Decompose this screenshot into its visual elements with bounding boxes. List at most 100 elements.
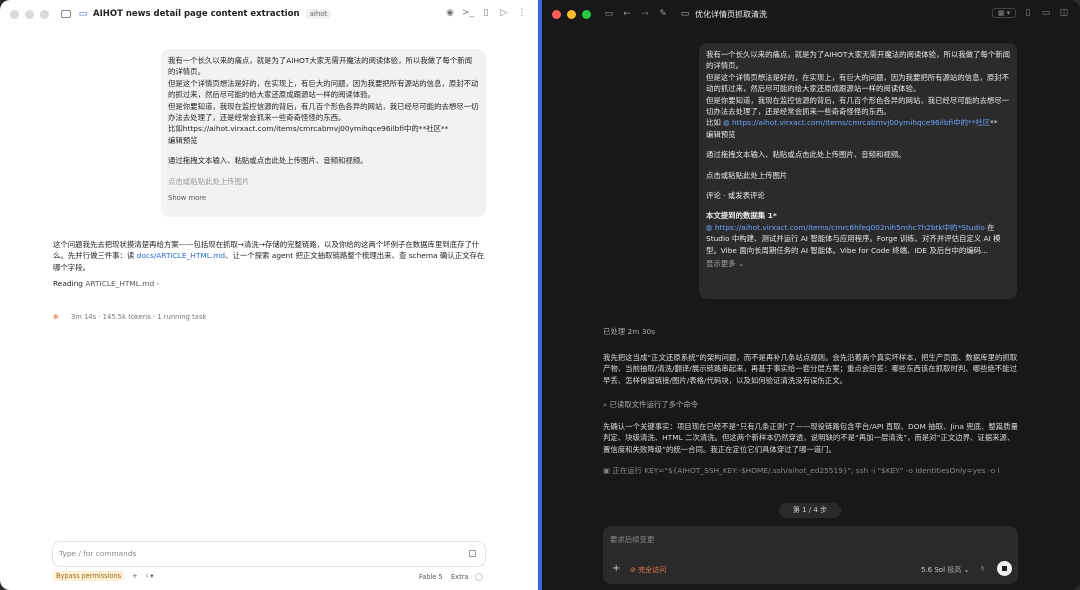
show-more-label: 显示更多: [706, 259, 736, 269]
close-dot[interactable]: [10, 9, 19, 19]
back-arrow-icon[interactable]: ←: [621, 9, 633, 19]
spinner-icon: ✻: [53, 313, 59, 321]
status-text: 3m 14s · 145.5k tokens · 1 running task: [70, 313, 207, 321]
expand-icon[interactable]: [469, 550, 476, 557]
reading-file: ARTICLE_HTML.md: [85, 279, 155, 288]
forward-arrow-icon[interactable]: →: [639, 9, 651, 19]
right-composer: 要求后续变更 + ⊘ 完全访问 5.6 Sol 极高 ⌄ ♮: [603, 526, 1018, 584]
effort-label: 极高: [947, 566, 962, 574]
source-link[interactable]: https://aihot.virxact.com/items/cmrcabmv…: [732, 118, 990, 127]
add-icon[interactable]: +: [612, 563, 620, 574]
msg-line: 本文提到的数据集 1*: [706, 211, 777, 221]
msg-line: 但是这个详情页想法是好的，在实现上，有巨大的问题，因为我要把所有源站的信息，原封…: [168, 78, 479, 100]
doc-link[interactable]: docs/ARTICLE_HTML.md: [137, 251, 225, 260]
msg-line: 我有一个长久以来的痛点，就是为了AIHOT大家无需开魔法的阅读体验，所以我做了每…: [706, 50, 1010, 71]
window-title: AIHOT news detail page content extractio…: [93, 9, 300, 19]
msg-line: 通过拖拽文本输入、粘贴或点击此处上传图片、音频和视频。: [168, 156, 368, 166]
mic-icon[interactable]: ♮ ▾: [146, 572, 154, 580]
left-toolbar: ◉ >_ ▯ ▷ ⋮: [444, 8, 528, 18]
more-icon[interactable]: ⋮: [516, 8, 528, 18]
left-titlebar: ▭ AIHOT news detail page content extract…: [0, 0, 538, 28]
model-select[interactable]: 5.6 Sol 极高 ⌄: [921, 565, 969, 575]
new-chat-icon[interactable]: ✎: [657, 9, 669, 19]
left-composer: Type / for commands: [52, 541, 486, 567]
msg-line: ◍ https://aihot.virxact.com/items/cmrc6h…: [706, 222, 1010, 256]
window-title: 优化详情页抓取清洗: [695, 9, 767, 19]
msg-line: 编辑预览: [168, 135, 198, 145]
status-row: ✻ 3m 14s · 145.5k tokens · 1 running tas…: [53, 312, 206, 323]
assistant-paragraph: 我先把这当成“正文还原系统”的架构问题，而不是再补几条站点规则。会先沿着两个真实…: [603, 353, 1018, 385]
split-icon[interactable]: ▯: [480, 8, 492, 18]
msg-line: 但是这个详情页想法是好的，在实现上，有巨大的问题，因为我要把所有源站的信息，原封…: [706, 72, 1010, 94]
eye-icon[interactable]: ◉: [444, 8, 456, 18]
left-footer: Bypass permissions + ♮ ▾ Fable 5 Extra: [53, 571, 487, 584]
effort-select[interactable]: Extra: [451, 573, 468, 581]
shield-icon: ⊘: [630, 566, 636, 574]
running-command-row[interactable]: ▣ 正在运行 KEY="${AIHOT_SSH_KEY:-$HOME/.ssh/…: [603, 465, 1008, 476]
terminal-icon: ▣: [603, 466, 610, 475]
stop-icon: [1002, 566, 1007, 571]
msg-line: 比如https://aihot.virxact.com/items/cmrcab…: [168, 124, 449, 134]
msg-line: 通过拖拽文本输入、粘贴或点击此处上传图片、音频和视频。: [706, 150, 906, 160]
right-window: ▭ ← → ✎ ▭ 优化详情页抓取清洗 ▦ ▾ ▯ ▭ ◫ 我有一个长久以来的痛…: [542, 0, 1080, 590]
user-message: 我有一个长久以来的痛点，就是为了AIHOT大家无需开魔法的阅读体验，所以我做了每…: [161, 49, 486, 217]
search-icon: ⌕: [603, 400, 608, 409]
minimize-dot[interactable]: [25, 9, 34, 19]
show-more-button[interactable]: Show more: [168, 193, 479, 204]
panel-left-icon[interactable]: ▯: [1022, 8, 1034, 18]
split-view-icon[interactable]: ◫: [1058, 8, 1070, 18]
mic-icon[interactable]: ♮: [981, 564, 984, 573]
stop-button[interactable]: [997, 561, 1012, 576]
close-dot[interactable]: [552, 9, 561, 19]
project-tag: aihot: [305, 9, 332, 19]
running-command: 正在运行 KEY="${AIHOT_SSH_KEY:-$HOME/.ssh/ai…: [612, 466, 1000, 475]
read-files-row[interactable]: ⌕ 已读取文件运行了多个命令: [603, 399, 698, 410]
read-files-label: 已读取文件运行了多个命令: [609, 400, 699, 409]
followup-input[interactable]: 要求后续变更: [610, 534, 654, 545]
msg-line: 编辑预览: [706, 129, 736, 139]
chevron-down-icon: ⌄: [737, 259, 745, 269]
access-select[interactable]: ⊘ 完全访问: [630, 565, 666, 575]
msg-text: 比如: [706, 118, 721, 128]
step-indicator[interactable]: 第 1 / 4 步: [779, 503, 841, 518]
access-label: 完全访问: [638, 566, 667, 574]
msg-line: 点击或粘贴此处上传图片: [706, 170, 788, 180]
chevron-right-icon: ›: [156, 279, 160, 288]
sidebar-toggle-icon[interactable]: ▭: [603, 9, 615, 19]
laptop-icon: ▭: [78, 9, 88, 19]
globe-icon: ◍: [706, 222, 713, 232]
model-select[interactable]: Fable 5: [419, 573, 443, 581]
chevron-down-icon: ⌄: [963, 566, 970, 574]
window-controls: [552, 9, 591, 19]
zoom-dot[interactable]: [40, 9, 49, 19]
add-icon[interactable]: +: [132, 572, 138, 580]
command-input[interactable]: Type / for commands: [59, 549, 136, 558]
assistant-reply: 这个问题我先去把现状摸清楚再给方案——包括现在抓取→清洗→存储的完整链路，以及你…: [53, 239, 485, 273]
zoom-dot[interactable]: [582, 9, 591, 19]
msg-line: 但是你要知道，我现在监控信源的背后，有几百个形色各异的网站，我已经尽可能的去想尽…: [706, 95, 1010, 117]
dataset-link[interactable]: https://aihot.virxact.com/items/cmrc6hfe…: [715, 223, 985, 232]
model-label: 5.6 Sol: [921, 566, 946, 574]
processed-label[interactable]: 已处理 2m 30s: [603, 326, 655, 337]
sidebar-toggle-icon[interactable]: [61, 10, 71, 18]
show-more-button[interactable]: 显示更多 ⌄: [706, 258, 1010, 269]
reading-row[interactable]: Reading ARTICLE_HTML.md ›: [53, 278, 159, 289]
msg-text: **: [990, 118, 998, 128]
assistant-paragraph: 先确认一个关键事实：项目现在已经不是“只有几条正则”了——现役链路包含平台/AP…: [603, 422, 1018, 454]
left-window: ▭ AIHOT news detail page content extract…: [0, 0, 538, 590]
msg-line: 比如 ◍ https://aihot.virxact.com/items/cmr…: [706, 117, 1010, 128]
minimize-dot[interactable]: [567, 9, 576, 19]
msg-line: 我有一个长久以来的痛点，就是为了AIHOT大家无需开魔法的阅读体验，所以我做了每…: [168, 56, 472, 77]
bypass-permissions-badge[interactable]: Bypass permissions: [53, 571, 125, 581]
window-controls: [10, 9, 49, 19]
layout-dropdown-icon[interactable]: ▦ ▾: [992, 8, 1016, 18]
msg-line: 但是你要知道，我现在监控信源的背后，有几百个形色各异的网站，我已经尽可能的去想尽…: [168, 101, 479, 123]
reading-label: Reading: [53, 279, 83, 288]
folder-icon: ▭: [680, 9, 690, 19]
right-toolbar: ▦ ▾ ▯ ▭ ◫: [992, 8, 1070, 18]
play-icon[interactable]: ▷: [498, 8, 510, 18]
panel-icon[interactable]: ▭: [1040, 8, 1052, 18]
desktop: ▭ AIHOT news detail page content extract…: [0, 0, 1080, 590]
terminal-icon[interactable]: >_: [462, 8, 474, 18]
context-ring-icon: [475, 573, 483, 581]
